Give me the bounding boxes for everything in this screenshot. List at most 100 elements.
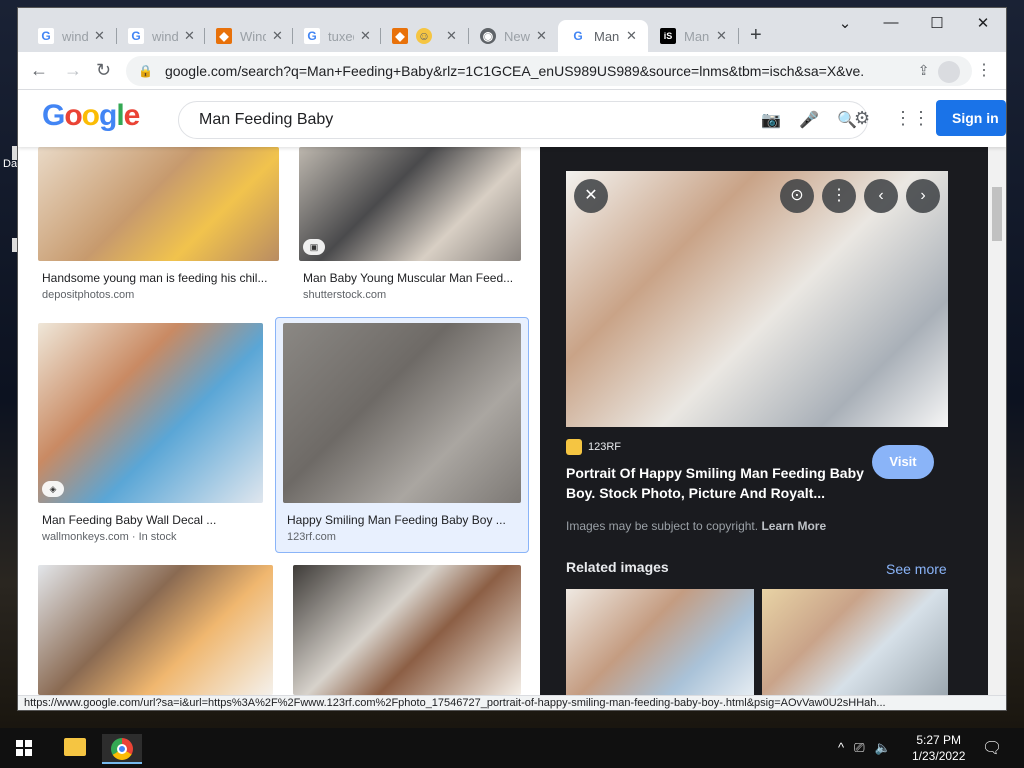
tab-emoji[interactable]: ◆ ☺ ✕ — [380, 20, 468, 52]
settings-gear-icon[interactable]: ⚙ — [854, 108, 870, 129]
more-options-icon[interactable]: ⋮ — [822, 179, 856, 213]
preview-title[interactable]: Portrait Of Happy Smiling Man Feeding Ba… — [566, 463, 866, 503]
new-tab-icon[interactable]: + — [750, 24, 762, 47]
windows-taskbar: ^ ⎚ 🔈 5:27 PM 1/23/2022 🗨 — [0, 728, 1024, 768]
scrollbar-thumb[interactable] — [992, 187, 1002, 241]
source-name[interactable]: 123RF — [588, 441, 621, 453]
clock-time: 5:27 PM — [916, 733, 962, 747]
previous-icon[interactable]: ‹ — [864, 179, 898, 213]
notifications-icon[interactable]: 🗨 — [982, 738, 1002, 758]
tab-windows-3[interactable]: ◆ Windows ✕ — [204, 20, 292, 52]
tab-title: windows — [152, 28, 178, 44]
close-tab-icon[interactable]: ✕ — [446, 28, 457, 44]
copyright-text: Images may be subject to copyright. — [566, 519, 759, 533]
tab-title: tuxedo — [328, 28, 354, 44]
tab-new-tab[interactable]: ◉ New Tab ✕ — [468, 20, 556, 52]
result-source[interactable]: shutterstock.com — [303, 289, 386, 301]
share-icon[interactable]: ⇪ — [918, 62, 930, 79]
close-tab-icon[interactable]: ✕ — [626, 28, 637, 44]
emoji-icon: ☺ — [416, 28, 432, 44]
tag-icon: ◈ — [42, 481, 64, 497]
result-thumbnail[interactable] — [299, 147, 521, 261]
related-image[interactable] — [762, 589, 948, 695]
chrome-taskbar-icon[interactable] — [102, 734, 142, 764]
result-thumbnail[interactable] — [293, 565, 521, 695]
back-icon[interactable]: ← — [30, 60, 48, 81]
minimize-icon[interactable]: — — [868, 14, 914, 31]
google-g-icon: G — [38, 28, 54, 44]
result-source[interactable]: 123rf.com — [287, 531, 336, 543]
clock[interactable]: 5:27 PM 1/23/2022 — [912, 732, 965, 764]
close-tab-icon[interactable]: ✕ — [272, 28, 283, 44]
tab-search-icon[interactable]: ⌄ — [822, 14, 868, 32]
tab-man-feeding-baby[interactable]: G Man ✕ — [558, 20, 648, 52]
close-panel-icon[interactable]: ✕ — [574, 179, 608, 213]
file-explorer-icon[interactable] — [56, 734, 96, 764]
google-g-icon: G — [304, 28, 320, 44]
browser-menu-icon[interactable]: ⋮ — [976, 60, 992, 80]
result-thumbnail[interactable] — [38, 323, 263, 503]
preview-source[interactable]: 123RF — [566, 439, 621, 455]
close-tab-icon[interactable]: ✕ — [360, 28, 371, 44]
related-image[interactable] — [566, 589, 754, 695]
123rf-logo-icon — [566, 439, 582, 455]
volume-icon[interactable]: 🔈 — [875, 740, 891, 756]
visit-button[interactable]: Visit — [872, 445, 934, 479]
chrome-icon: ◉ — [480, 28, 496, 44]
close-tab-icon[interactable]: ✕ — [716, 28, 727, 44]
tab-windows-2[interactable]: G windows ✕ — [116, 20, 204, 52]
page-scrollbar[interactable] — [988, 147, 1006, 695]
result-title[interactable]: Man Feeding Baby Wall Decal ... — [42, 513, 262, 527]
windows-start-icon[interactable] — [16, 740, 32, 756]
reload-icon[interactable]: ↻ — [96, 60, 111, 81]
result-title[interactable]: Happy Smiling Man Feeding Baby Boy ... — [287, 513, 517, 527]
network-icon[interactable]: ⎚ — [854, 740, 864, 756]
profile-avatar-icon[interactable] — [938, 61, 960, 83]
microphone-icon[interactable]: 🎤 — [799, 110, 819, 130]
tab-title: Windows — [240, 28, 266, 44]
maximize-icon[interactable]: ☐ — [914, 14, 960, 32]
result-title[interactable]: Man Baby Young Muscular Man Feed... — [303, 271, 519, 285]
desktop-icon-label: Da — [3, 158, 18, 170]
result-thumbnail[interactable] — [283, 323, 521, 503]
close-tab-icon[interactable]: ✕ — [184, 28, 195, 44]
image-preview-panel: ✕ ⊙ ⋮ ‹ › 123RF Portrait Of Happy Smilin… — [540, 147, 988, 695]
preview-image[interactable]: ✕ ⊙ ⋮ ‹ › — [566, 171, 948, 427]
tab-istock[interactable]: iS Man ✕ — [648, 20, 738, 52]
tab-strip: G windows ✕ G windows ✕ ◆ Windows ✕ G tu… — [18, 8, 1006, 52]
image-badge-icon: ▣ — [303, 239, 325, 255]
address-bar[interactable]: 🔒 google.com/search?q=Man+Feeding+Baby&r… — [126, 56, 972, 86]
orange-shield-icon: ◆ — [392, 28, 408, 44]
page-content: Google Man Feeding Baby 📷 🎤 🔍 ⚙ ⋮⋮⋮ Sign… — [18, 91, 1006, 695]
camera-icon[interactable]: 📷 — [761, 110, 781, 130]
lens-search-icon[interactable]: ⊙ — [780, 179, 814, 213]
tab-title: Man — [594, 28, 620, 44]
tab-title: New Tab — [504, 28, 530, 44]
result-title[interactable]: Handsome young man is feeding his chil..… — [42, 271, 278, 285]
see-more-link[interactable]: See more — [886, 561, 947, 577]
show-hidden-icons-icon[interactable]: ^ — [838, 740, 844, 756]
tab-tuxedo[interactable]: G tuxedo ✕ — [292, 20, 380, 52]
google-logo[interactable]: Google — [42, 99, 140, 133]
result-source[interactable]: depositphotos.com — [42, 289, 134, 301]
learn-more-link[interactable]: Learn More — [761, 519, 826, 533]
close-window-icon[interactable]: ✕ — [960, 14, 1006, 32]
search-query[interactable]: Man Feeding Baby — [199, 111, 333, 129]
istock-icon: iS — [660, 28, 676, 44]
sign-in-button[interactable]: Sign in — [936, 100, 1006, 136]
tab-windows-1[interactable]: G windows ✕ — [26, 20, 116, 52]
search-input[interactable]: Man Feeding Baby 📷 🎤 🔍 — [178, 101, 868, 139]
result-thumbnail[interactable] — [38, 565, 273, 695]
related-images-heading: Related images — [566, 559, 669, 575]
next-icon[interactable]: › — [906, 179, 940, 213]
result-source[interactable]: wallmonkeys.com · In stock — [42, 531, 176, 543]
forward-icon[interactable]: → — [64, 60, 82, 81]
result-thumbnail[interactable] — [38, 147, 279, 261]
link-status-bar: https://www.google.com/url?sa=i&url=http… — [18, 695, 1006, 710]
tab-title: Man — [684, 28, 710, 44]
google-g-icon: G — [128, 28, 144, 44]
close-tab-icon[interactable]: ✕ — [94, 28, 105, 44]
lock-icon[interactable]: 🔒 — [138, 64, 153, 78]
url-text[interactable]: google.com/search?q=Man+Feeding+Baby&rlz… — [165, 63, 865, 79]
close-tab-icon[interactable]: ✕ — [536, 28, 547, 44]
